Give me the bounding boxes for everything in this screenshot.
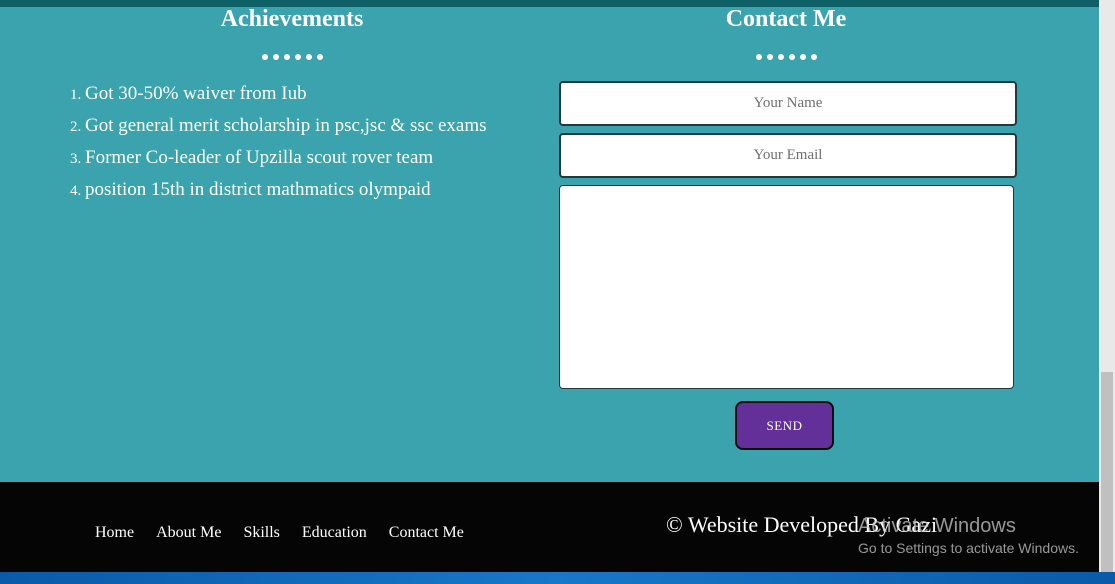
achievements-title: Achievements [220,6,364,32]
achievements-list: Got 30-50% waiver from Iub Got general m… [46,78,487,206]
contact-divider-dots [636,52,936,62]
watermark-subtitle: Go to Settings to activate Windows. [858,540,1079,556]
footer-link-education[interactable]: Education [302,524,367,542]
send-button[interactable]: SEND [735,401,834,450]
footer-link-skills[interactable]: Skills [243,524,279,542]
watermark-title: Activate Windows [858,515,1016,537]
achievement-item: Former Co-leader of Upzilla scout rover … [85,142,487,174]
achievement-item: position 15th in district mathmatics oly… [85,174,487,206]
activate-windows-watermark: Activate Windows Go to Settings to activ… [858,515,1079,559]
footer-link-contact-me[interactable]: Contact Me [389,524,464,542]
footer-nav: Home About Me Skills Education Contact M… [95,524,486,542]
name-input[interactable] [559,81,1017,126]
footer-link-about-me[interactable]: About Me [156,524,221,542]
message-textarea[interactable] [559,185,1014,389]
achievement-item: Got general merit scholarship in psc,jsc… [85,110,487,142]
page-scrollbar[interactable] [1099,0,1115,572]
achievements-divider-dots [142,52,442,62]
windows-taskbar [0,572,1115,584]
footer-link-home[interactable]: Home [95,524,134,542]
email-input[interactable] [559,133,1017,178]
achievement-item: Got 30-50% waiver from Iub [85,78,487,110]
scrollbar-thumb[interactable] [1101,372,1113,572]
contact-title: Contact Me [725,6,847,32]
